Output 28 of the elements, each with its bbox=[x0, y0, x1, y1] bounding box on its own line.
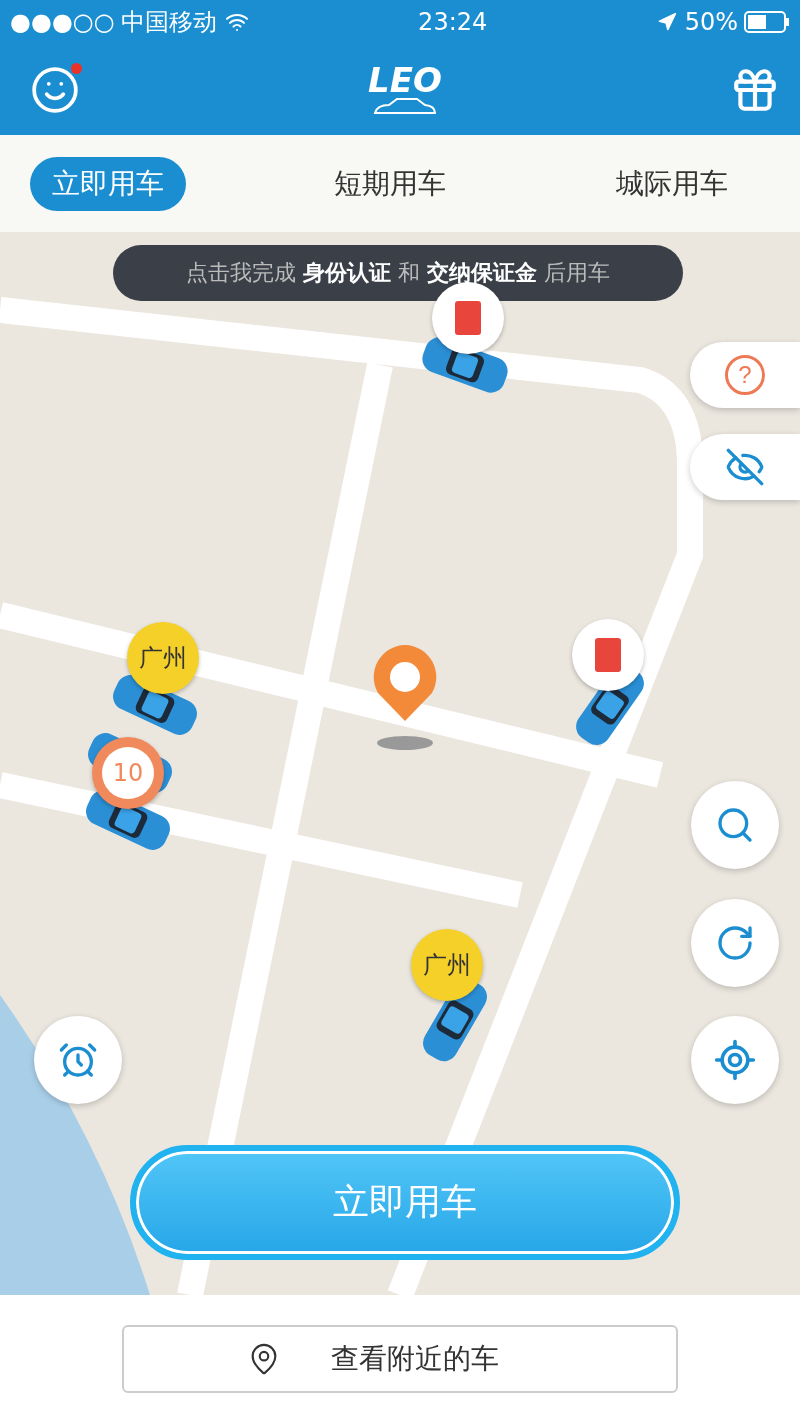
envelope-marker[interactable] bbox=[572, 619, 644, 691]
search-button[interactable] bbox=[691, 781, 779, 869]
city-marker[interactable]: 广州 bbox=[127, 622, 199, 694]
app-logo: LEO bbox=[368, 62, 442, 97]
car-outline-icon bbox=[373, 96, 437, 117]
notice-banner[interactable]: 点击我完成 身份认证 和 交纳保证金 后用车 bbox=[113, 245, 683, 301]
alarm-clock-icon bbox=[58, 1040, 98, 1080]
avatar-button[interactable] bbox=[30, 64, 80, 115]
clock-time: 23:24 bbox=[418, 8, 488, 36]
search-icon bbox=[715, 805, 755, 845]
alarm-button[interactable] bbox=[34, 1016, 122, 1104]
tab[interactable]: 立即用车 bbox=[30, 156, 186, 211]
crosshair-icon bbox=[713, 1038, 757, 1082]
location-arrow-icon bbox=[656, 12, 677, 32]
refresh-icon bbox=[715, 923, 755, 963]
battery-percent: 50% bbox=[684, 8, 738, 36]
nearby-cars-button[interactable]: 查看附近的车 bbox=[122, 1324, 678, 1393]
carrier-name: 中国移动 bbox=[120, 7, 217, 38]
refresh-button[interactable] bbox=[691, 899, 779, 987]
battery-icon bbox=[744, 11, 790, 33]
tab[interactable]: 城际用车 bbox=[594, 156, 750, 211]
signal-dots: ●●●○○ bbox=[10, 8, 115, 36]
hide-button[interactable] bbox=[690, 434, 800, 500]
city-marker[interactable]: 广州 bbox=[411, 929, 483, 1001]
question-mark: ? bbox=[725, 355, 765, 395]
eye-off-icon bbox=[725, 447, 765, 487]
locate-button[interactable] bbox=[691, 1016, 779, 1104]
tab[interactable]: 短期用车 bbox=[312, 156, 468, 211]
